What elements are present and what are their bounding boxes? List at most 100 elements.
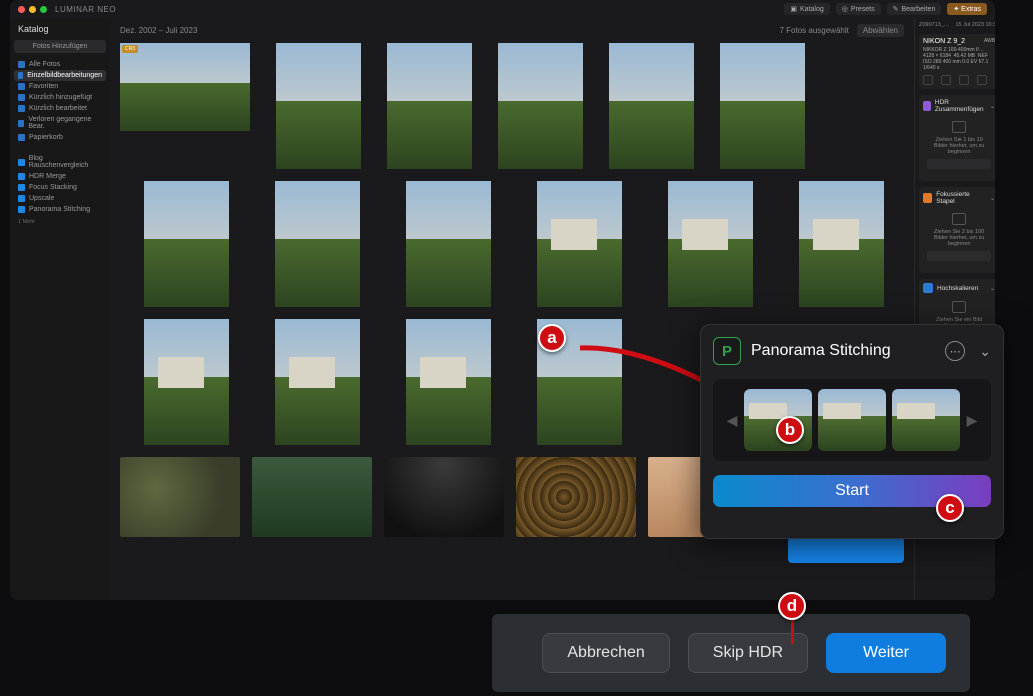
titlebar: LUMINAR NEO ▣Katalog ◎Presets ✎Bearbeite… (10, 0, 995, 18)
app-title: LUMINAR NEO (55, 5, 116, 14)
folder-noise[interactable]: Blog Rauschenvergleich (14, 153, 106, 171)
thumb-portrait[interactable] (387, 43, 472, 169)
photos-icon (18, 61, 25, 68)
thumb-portrait[interactable] (276, 43, 361, 169)
edit-icon (18, 72, 23, 79)
arrow-left-icon[interactable]: ◀ (726, 412, 738, 429)
panel-hdr[interactable]: HDR Zusammenfügen⌄ Ziehen Sie 1 bis 10Bi… (919, 95, 995, 181)
thumb-portrait[interactable] (609, 43, 694, 169)
folder-icon (18, 184, 25, 191)
add-photos-button[interactable]: Fotos Hinzufügen (14, 40, 106, 53)
callout-c: c (936, 494, 964, 522)
popup-thumb[interactable] (744, 389, 812, 451)
popup-title: Panorama Stitching (751, 342, 891, 360)
trash-icon (18, 134, 25, 141)
sidebar-more[interactable]: 1 Mehr (14, 215, 106, 225)
chevron-down-icon: ⌄ (990, 102, 995, 110)
chevron-down-icon[interactable]: ⌄ (979, 343, 991, 360)
heart-icon (18, 83, 25, 90)
tab-presets[interactable]: ◎Presets (836, 3, 881, 15)
folder-icon (18, 195, 25, 202)
thumb-portrait[interactable] (406, 181, 491, 307)
thumb-portrait[interactable] (406, 319, 491, 445)
clock-icon (18, 94, 25, 101)
folder-upscale[interactable]: Upscale (14, 193, 106, 204)
pencil-icon (18, 105, 25, 112)
hdr-dialog-buttons: Abbrechen Skip HDR Weiter (492, 614, 970, 692)
action-button[interactable] (788, 537, 904, 563)
close-icon[interactable] (18, 6, 25, 13)
popup-thumb[interactable] (818, 389, 886, 451)
callout-stem (791, 618, 794, 644)
thumb-landscape[interactable]: CR3 (120, 43, 250, 131)
dropzone-icon (952, 121, 966, 133)
sidebar-item-favs[interactable]: Favoriten (14, 81, 106, 92)
exif-card: NIKON Z 9_2AWB NIKKOR Z 100-400mm f/… 41… (919, 34, 995, 89)
sidebar: Katalog Fotos Hinzufügen Alle Fotos Einz… (10, 18, 110, 600)
popup-thumb[interactable] (892, 389, 960, 451)
tab-bearbeiten[interactable]: ✎Bearbeiten (887, 3, 942, 15)
date-range: Dez. 2002 – Juli 2023 (120, 26, 197, 35)
extras-button[interactable]: ✦ Extras (947, 3, 987, 15)
merge-button[interactable] (927, 159, 991, 169)
callout-a: a (538, 324, 566, 352)
window-controls (18, 6, 47, 13)
sidebar-item-recent-edit[interactable]: Kürzlich bearbeitet (14, 103, 106, 114)
upscale-icon (923, 283, 933, 293)
flag-icon[interactable] (941, 75, 951, 85)
thumb-portrait[interactable] (668, 181, 753, 307)
folder-icon (18, 206, 25, 213)
file-date: 15 Jul 2023 10:32 (956, 22, 996, 28)
file-name: Z090713_… (919, 22, 949, 28)
arrow-right-icon[interactable]: ▶ (966, 412, 978, 429)
next-button[interactable]: Weiter (826, 633, 946, 673)
cancel-button[interactable]: Abbrechen (542, 633, 669, 673)
callout-b: b (776, 416, 804, 444)
skip-hdr-button[interactable]: Skip HDR (688, 633, 808, 673)
raw-badge: CR3 (122, 45, 138, 53)
folder-focus[interactable]: Focus Stacking (14, 182, 106, 193)
copy-icon[interactable] (959, 75, 969, 85)
tab-katalog[interactable]: ▣Katalog (784, 3, 829, 15)
thumb-portrait[interactable] (275, 319, 360, 445)
folder-hdr[interactable]: HDR Merge (14, 171, 106, 182)
thumb-portrait[interactable] (720, 43, 805, 169)
more-options-button[interactable]: ⋯ (945, 341, 965, 361)
thumb-portrait[interactable] (144, 319, 229, 445)
thumb-portrait-selected[interactable] (537, 181, 622, 307)
panorama-icon: P (713, 337, 741, 365)
blend-button[interactable] (927, 251, 991, 261)
folder-icon (18, 159, 25, 166)
thumb-landscape[interactable] (384, 457, 504, 537)
hdr-icon (923, 101, 931, 111)
callout-d: d (778, 592, 806, 620)
sidebar-item-trash[interactable]: Papierkorb (14, 132, 106, 143)
deselect-button[interactable]: Abwählen (857, 24, 904, 37)
thumb-portrait[interactable] (498, 43, 583, 169)
sidebar-item-single[interactable]: Einzelbildbearbeitungen (14, 70, 106, 81)
maximize-icon[interactable] (40, 6, 47, 13)
dropzone-icon (952, 301, 966, 313)
thumb-landscape[interactable] (516, 457, 636, 537)
thumb-portrait[interactable] (144, 181, 229, 307)
thumb-landscape[interactable] (120, 457, 240, 537)
thumb-portrait[interactable] (799, 181, 884, 307)
thumb-portrait[interactable] (275, 181, 360, 307)
sidebar-item-lost[interactable]: Verloren gegangene Bear. (14, 114, 106, 132)
thumb-landscape[interactable] (252, 457, 372, 537)
panel-focus[interactable]: Fokussierte Stapel⌄ Ziehen Sie 2 bis 100… (919, 187, 995, 273)
sidebar-item-all[interactable]: Alle Fotos (14, 59, 106, 70)
folder-pano[interactable]: Panorama Stitching (14, 204, 106, 215)
sidebar-title: Katalog (14, 24, 106, 34)
selection-count: 7 Fotos ausgewählt (779, 26, 848, 35)
sidebar-item-recent-add[interactable]: Kürzlich hinzugefügt (14, 92, 106, 103)
chevron-down-icon: ⌄ (990, 284, 995, 292)
folder-icon (18, 173, 25, 180)
trash-icon[interactable] (977, 75, 987, 85)
popup-thumbnails: ◀ ▶ (713, 379, 991, 461)
minimize-icon[interactable] (29, 6, 36, 13)
focus-icon (923, 193, 932, 203)
dropzone-icon (952, 213, 966, 225)
like-icon[interactable] (923, 75, 933, 85)
warn-icon (18, 120, 24, 127)
